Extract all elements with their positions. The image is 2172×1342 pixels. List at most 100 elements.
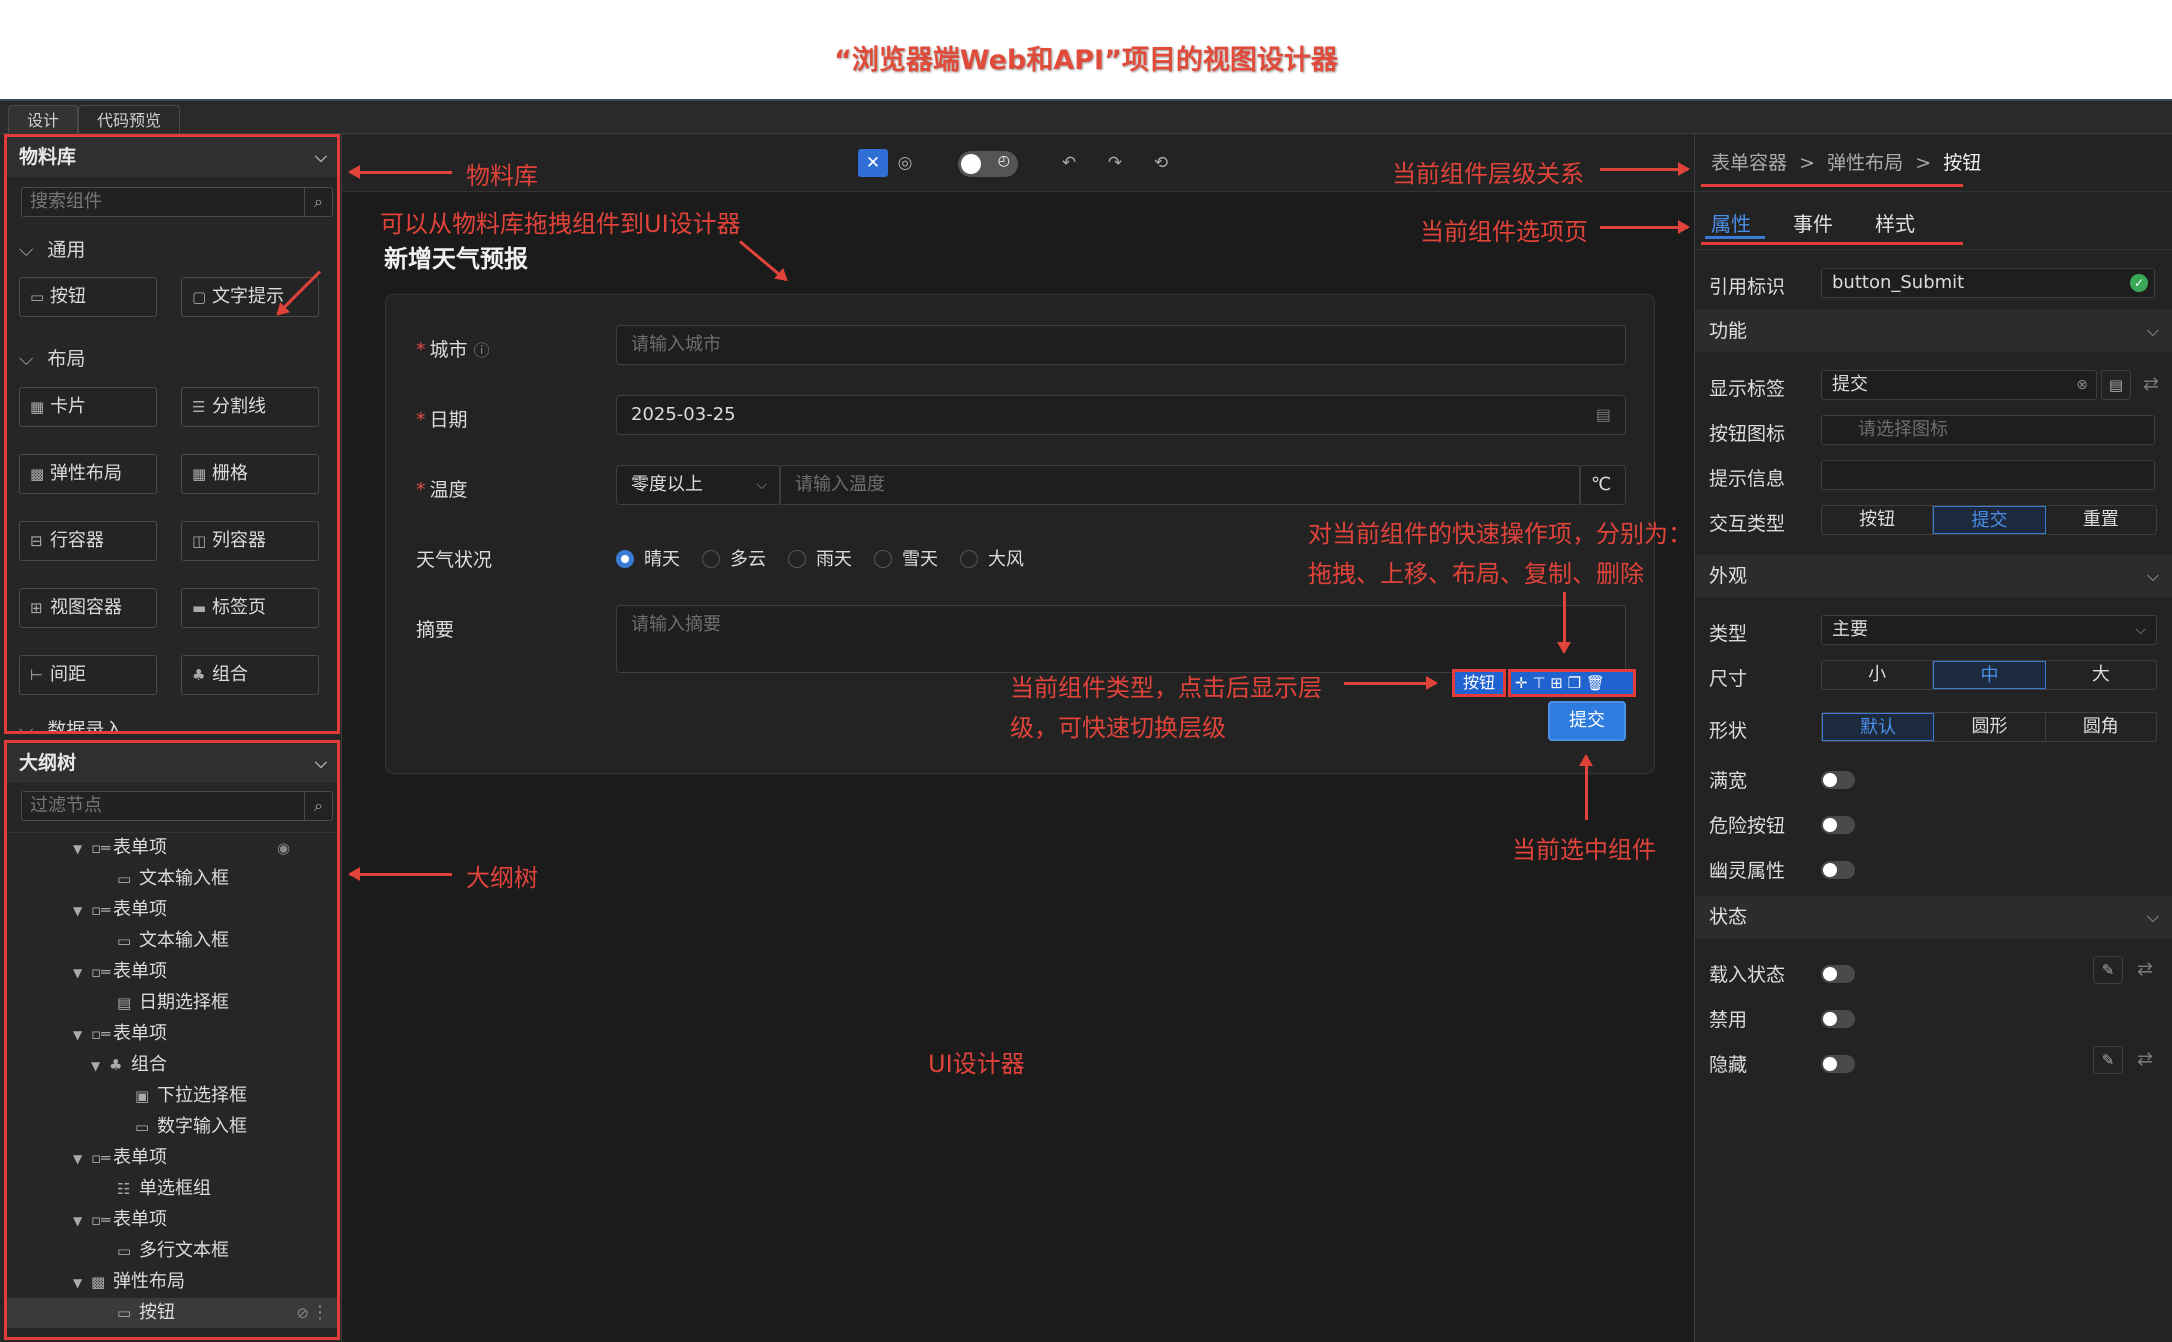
summary-textarea[interactable]: 请输入摘要 [616,605,1626,673]
search-icon[interactable]: ⌕ [304,792,332,820]
shape-round[interactable]: 圆角 [2046,713,2156,741]
section-state[interactable]: 状态 ⌵ [1695,896,2172,938]
tree-node[interactable]: ▭ 数字输入框 [135,1112,247,1142]
size-small[interactable]: 小 [1822,661,1934,689]
edit-icon[interactable]: ✎ [2093,956,2123,984]
tree-node-selected[interactable]: ▭ 按钮 ⊘ ⋮ [7,1298,337,1328]
tree-node[interactable]: ▭ 文本输入框 [117,864,229,894]
component-type-tag[interactable]: 按钮 [1452,669,1506,697]
comp-col[interactable]: ◫ 列容器 [181,521,319,561]
reset-icon[interactable]: ⟲ [1146,149,1176,177]
comp-tabs[interactable]: ▬ 标签页 [181,588,319,628]
outline-header[interactable]: 大纲树 ⌵ [7,743,337,783]
outline-search-input[interactable]: 过滤节点 ⌕ [21,791,333,821]
type-select[interactable]: 主要 ⌵ [1821,615,2157,645]
tooltip-icon: ▢ [192,288,207,306]
disabled-toggle[interactable] [1821,1010,1855,1028]
eye-off-icon: ⊘ [296,1304,309,1322]
undo-icon[interactable]: ↶ [1054,149,1084,177]
tree-node[interactable]: ▤ 日期选择框 [117,988,229,1018]
date-input[interactable]: 2025-03-25 ▤ [616,395,1626,435]
comp-combo[interactable]: ♣ 组合 [181,655,319,695]
tree-node[interactable]: ▼ ▫═ 表单项 ◉ [73,833,290,863]
tree-node[interactable]: ☷ 单选框组 [117,1174,211,1204]
size-large[interactable]: 大 [2046,661,2156,689]
ref-input[interactable]: button_Submit ✓ [1821,268,2155,298]
interact-button[interactable]: 按钮 [1822,506,1934,534]
preview-mode-icon[interactable]: ◎ [890,149,920,177]
shape-default[interactable]: 默认 [1822,713,1935,741]
comp-tooltip[interactable]: ▢ 文字提示 [181,277,319,317]
tree-node[interactable]: ▣ 下拉选择框 [135,1081,247,1111]
tree-node[interactable]: ▼ ♣ 组合 [91,1050,167,1080]
tab-design[interactable]: 设计 [8,105,79,134]
tab-events[interactable]: 事件 [1793,208,1833,237]
hidden-toggle[interactable] [1821,1055,1855,1073]
icon-select[interactable]: 请选择图标 [1821,415,2155,445]
size-medium[interactable]: 中 [1933,661,2046,689]
full-width-toggle[interactable] [1821,771,1855,789]
loading-toggle[interactable] [1821,965,1855,983]
shape-circle[interactable]: 圆形 [1934,713,2046,741]
group-layout[interactable]: ⌵ 布局 [19,344,85,371]
material-header[interactable]: 物料库 ⌵ [7,137,337,177]
tree-node[interactable]: ▭ 文本输入框 [117,926,229,956]
display-input[interactable]: 提交 ⊗ [1821,370,2097,400]
group-common[interactable]: ⌵ 通用 [19,235,85,262]
city-input[interactable]: 请输入城市 [616,325,1626,365]
design-mode-icon[interactable]: ✕ [858,149,888,177]
tree-node[interactable]: ▼ ▫═ 表单项 [73,1019,167,1049]
comp-button[interactable]: ▭ 按钮 [19,277,157,317]
breadcrumb-form[interactable]: 表单容器 [1711,152,1787,174]
comp-space[interactable]: ⊢ 间距 [19,655,157,695]
edit-text-icon[interactable]: ▤ [2101,370,2131,400]
chevron-down-icon[interactable]: ⌵ [315,743,327,783]
bind-icon[interactable]: ⇄ [2137,370,2165,400]
layout-icon[interactable]: ⊞ [1550,674,1563,692]
tree-node[interactable]: ▭ 多行文本框 [117,1236,229,1266]
tree-node[interactable]: ▼ ▩ 弹性布局 [73,1267,185,1297]
group-input[interactable]: ⌵ 数据录入 [19,715,123,731]
bind-icon[interactable]: ⇄ [2131,1046,2159,1074]
radio-sunny[interactable]: 晴天 [616,545,680,571]
tree-node[interactable]: ▼ ▫═ 表单项 [73,957,167,987]
radio-windy[interactable]: 大风 [960,545,1024,571]
section-function[interactable]: 功能 ⌵ [1695,310,2172,352]
tree-node[interactable]: ▼ ▫═ 表单项 [73,895,167,925]
breadcrumb-flex[interactable]: 弹性布局 [1827,152,1903,174]
tip-input[interactable] [1821,460,2155,490]
delete-icon[interactable]: 🗑 [1586,674,1605,692]
danger-toggle[interactable] [1821,816,1855,834]
temp-input[interactable]: 请输入温度 [780,465,1580,505]
ghost-toggle[interactable] [1821,861,1855,879]
interact-reset[interactable]: 重置 [2046,506,2156,534]
theme-toggle[interactable]: ◴ [958,151,1018,177]
tree-node[interactable]: ▼ ▫═ 表单项 [73,1143,167,1173]
comp-view[interactable]: ⊞ 视图容器 [19,588,157,628]
radio-rainy[interactable]: 雨天 [788,545,852,571]
tab-code-preview[interactable]: 代码预览 [78,105,181,134]
comp-flex[interactable]: ▩ 弹性布局 [19,454,157,494]
comp-card[interactable]: ▦ 卡片 [19,387,157,427]
redo-icon[interactable]: ↷ [1100,149,1130,177]
section-appearance[interactable]: 外观 ⌵ [1695,555,2172,597]
submit-button[interactable]: 提交 [1548,701,1626,741]
edit-icon[interactable]: ✎ [2093,1046,2123,1074]
search-icon[interactable]: ⌕ [304,188,332,216]
comp-grid[interactable]: ▦ 栅格 [181,454,319,494]
tab-styles[interactable]: 样式 [1875,208,1915,237]
comp-row[interactable]: ⊟ 行容器 [19,521,157,561]
move-up-icon[interactable]: ⊤ [1532,674,1545,692]
radio-snowy[interactable]: 雪天 [874,545,938,571]
tab-attributes[interactable]: 属性 [1711,208,1751,237]
chevron-down-icon[interactable]: ⌵ [315,137,327,177]
material-search-input[interactable]: 搜索组件 ⌕ [21,187,333,217]
drag-icon[interactable]: ✛ [1515,674,1528,692]
temp-range-select[interactable]: 零度以上 ⌵ [616,465,780,505]
interact-submit[interactable]: 提交 [1933,506,2046,534]
comp-divider[interactable]: ☰ 分割线 [181,387,319,427]
tree-node[interactable]: ▼ ▫═ 表单项 [73,1205,167,1235]
bind-icon[interactable]: ⇄ [2131,956,2159,984]
radio-cloudy[interactable]: 多云 [702,545,766,571]
copy-icon[interactable]: ❐ [1568,674,1581,692]
